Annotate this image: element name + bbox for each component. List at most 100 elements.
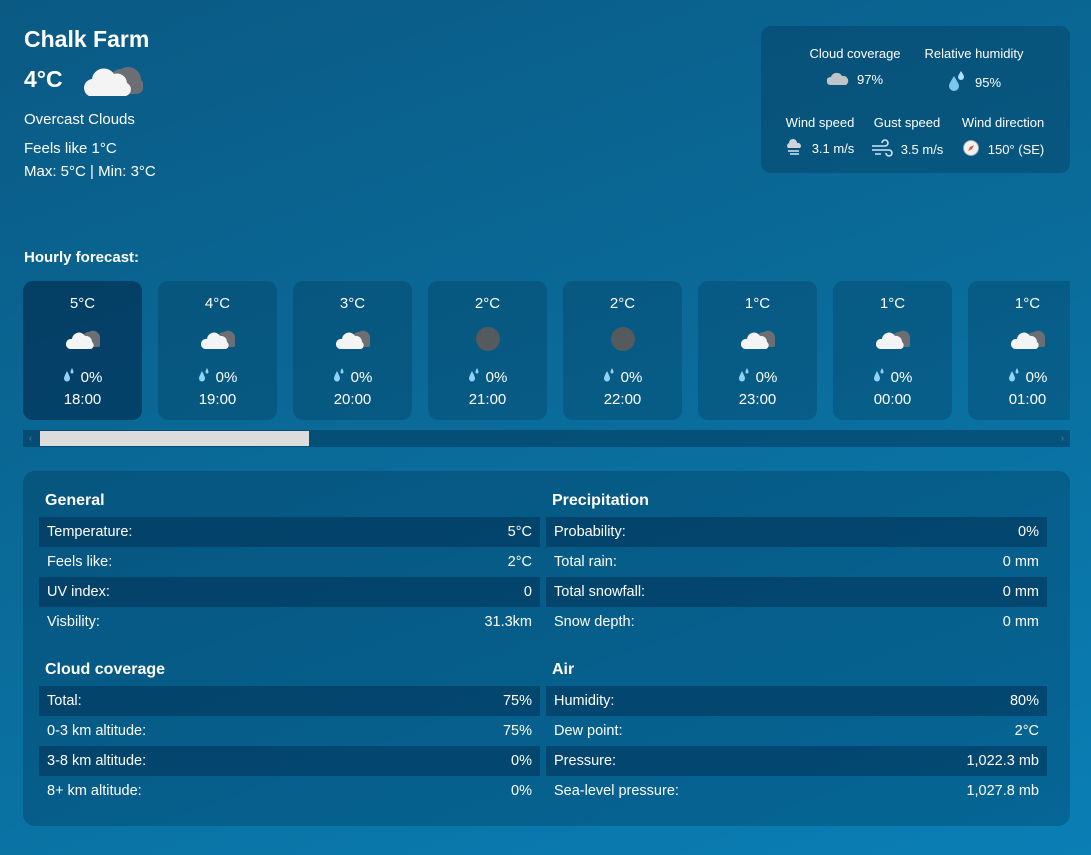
wind-speed-stat: Wind speed 3.1 m/s [781, 115, 859, 158]
precip-drop-icon [1008, 367, 1020, 387]
detail-value: 1,027.8 mb [966, 783, 1039, 799]
humidity-label: Relative humidity [924, 46, 1024, 61]
detail-value: 0 mm [1002, 614, 1039, 630]
detail-row: UV index: 0 [39, 577, 540, 607]
detail-value: 5°C [507, 524, 532, 540]
details-panel: General Temperature: 5°C Feels like: 2°C UV … [23, 471, 1070, 826]
precip-drop-icon [873, 367, 885, 387]
detail-value: 2°C [507, 554, 532, 570]
detail-label: Total: [47, 693, 82, 709]
detail-label: Snow depth: [554, 614, 635, 630]
hourly-forecast-list[interactable]: 5°C 0% 18:00 4°C 0% 19:00 3°C 0% 20:00 2°C 0% 21:00… [23, 281, 1070, 420]
gust-speed-value: 3.5 m/s [900, 142, 944, 157]
detail-row: 0-3 km altitude: 75% [39, 716, 540, 746]
humidity-stat: Relative humidity 95% [919, 46, 1029, 95]
hour-precip: 0% [755, 368, 778, 386]
hour-precip: 0% [485, 368, 508, 386]
detail-label: Dew point: [554, 723, 623, 739]
precip-drop-icon [333, 367, 345, 387]
cloud-icon [158, 326, 277, 350]
hour-temp: 1°C [1014, 295, 1041, 312]
scroll-thumb[interactable] [40, 431, 309, 446]
detail-row: Feels like: 2°C [39, 547, 540, 577]
precipitation-section: Precipitation Probability: 0% Total rain: 0… [546, 487, 1047, 637]
cloud-icon [833, 326, 952, 350]
wind-direction-value: 150° (SE) [987, 142, 1045, 157]
hour-time: 21:00 [468, 391, 507, 408]
hourly-card[interactable]: 1°C 0% 23:00 [698, 281, 817, 420]
air-title: Air [552, 661, 575, 678]
detail-row: Total rain: 0 mm [546, 547, 1047, 577]
detail-label: Total snowfall: [554, 584, 646, 600]
detail-label: Feels like: [47, 554, 113, 570]
detail-value: 75% [502, 723, 532, 739]
detail-row: Sea-level pressure: 1,027.8 mb [546, 776, 1047, 806]
wind-speed-value: 3.1 m/s [811, 141, 855, 156]
hourly-card[interactable]: 1°C 0% 00:00 [833, 281, 952, 420]
hour-precip: 0% [80, 368, 103, 386]
hour-time: 19:00 [198, 391, 237, 408]
hour-temp: 1°C [879, 295, 906, 312]
detail-label: 8+ km altitude: [47, 783, 142, 799]
hourly-card[interactable]: 4°C 0% 19:00 [158, 281, 277, 420]
hourly-card[interactable]: 2°C 0% 22:00 [563, 281, 682, 420]
hour-precip: 0% [890, 368, 913, 386]
hourly-card[interactable]: 3°C 0% 20:00 [293, 281, 412, 420]
detail-value: 31.3km [484, 614, 532, 630]
cloud-coverage-title: Cloud coverage [45, 661, 166, 678]
detail-label: 3-8 km altitude: [47, 753, 147, 769]
detail-label: UV index: [47, 584, 110, 600]
hourly-card[interactable]: 1°C 0% 01:00 [968, 281, 1070, 420]
detail-value: 0% [1018, 524, 1039, 540]
detail-row: Pressure: 1,022.3 mb [546, 746, 1047, 776]
scroll-right-arrow-icon[interactable]: › [1055, 430, 1070, 447]
hour-temp: 2°C [609, 295, 636, 312]
detail-row: Dew point: 2°C [546, 716, 1047, 746]
wind-direction-stat: Wind direction 150° (SE) [955, 115, 1051, 160]
overcast-cloud-icon [83, 56, 144, 103]
detail-row: 8+ km altitude: 0% [39, 776, 540, 806]
condition-text: Overcast Clouds [24, 111, 135, 128]
detail-label: 0-3 km altitude: [47, 723, 147, 739]
hourly-card[interactable]: 2°C 0% 21:00 [428, 281, 547, 420]
cloud-icon [23, 326, 142, 350]
detail-label: Pressure: [554, 753, 617, 769]
precip-drop-icon [738, 367, 750, 387]
hour-time: 18:00 [63, 391, 102, 408]
wind-direction-label: Wind direction [961, 115, 1045, 130]
gust-speed-label: Gust speed [873, 115, 941, 130]
detail-label: Total rain: [554, 554, 617, 570]
wind-speed-icon [786, 139, 804, 158]
detail-row: 3-8 km altitude: 0% [39, 746, 540, 776]
moon-icon [563, 326, 682, 352]
wind-speed-label: Wind speed [785, 115, 855, 130]
hour-time: 20:00 [333, 391, 372, 408]
detail-row: Temperature: 5°C [39, 517, 540, 547]
detail-value: 80% [1009, 693, 1039, 709]
hour-time: 00:00 [873, 391, 912, 408]
feels-like-text: Feels like 1°C [24, 140, 117, 157]
detail-label: Visbility: [47, 614, 100, 630]
cloud-icon [293, 326, 412, 350]
cloud-coverage-label: Cloud coverage [809, 46, 901, 61]
hour-precip: 0% [620, 368, 643, 386]
detail-value: 0 mm [1002, 554, 1039, 570]
hour-temp: 3°C [339, 295, 366, 312]
hour-temp: 2°C [474, 295, 501, 312]
scroll-left-arrow-icon[interactable]: ‹ [23, 430, 38, 447]
hourly-scrollbar[interactable]: ‹ › [23, 430, 1070, 447]
cloud-icon [698, 326, 817, 350]
hour-time: 23:00 [738, 391, 777, 408]
detail-label: Humidity: [554, 693, 615, 709]
hour-precip: 0% [1025, 368, 1048, 386]
detail-value: 0% [511, 783, 532, 799]
air-section: Air Humidity: 80% Dew point: 2°C Pressure: 1,… [546, 656, 1047, 806]
hour-temp: 4°C [204, 295, 231, 312]
detail-row: Humidity: 80% [546, 686, 1047, 716]
hourly-card[interactable]: 5°C 0% 18:00 [23, 281, 142, 420]
detail-row: Snow depth: 0 mm [546, 607, 1047, 637]
cloud-icon [826, 70, 849, 89]
detail-value: 2°C [1014, 723, 1039, 739]
precip-drop-icon [63, 367, 75, 387]
max-min-text: Max: 5°C | Min: 3°C [24, 163, 156, 180]
